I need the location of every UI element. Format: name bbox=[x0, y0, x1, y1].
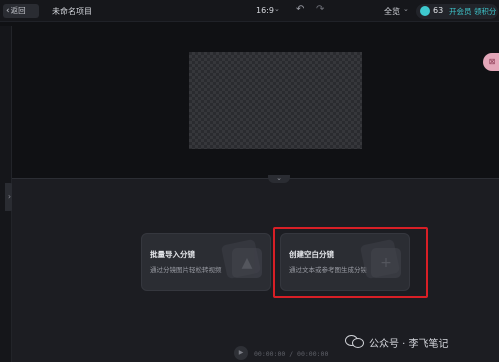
credit-coin-icon bbox=[420, 6, 430, 16]
wechat-logo-icon bbox=[345, 333, 365, 349]
batch-import-card[interactable]: 批量导入分镜 通过分镜图片轻松转视频 ▲ bbox=[141, 233, 271, 291]
credit-count: 63 bbox=[433, 6, 444, 15]
highlight-frame bbox=[273, 227, 428, 298]
watermark-text: 公众号 · 李飞笔记 bbox=[369, 339, 449, 350]
timecode: 00:00:00 / 00:00:00 bbox=[254, 350, 329, 358]
project-name[interactable]: 未命名项目 bbox=[52, 6, 92, 17]
image-card-icon: ▲ bbox=[232, 248, 262, 278]
chevron-down-icon[interactable]: ⌄ bbox=[268, 175, 290, 183]
redo-icon[interactable]: ↷ bbox=[316, 4, 324, 15]
preview-canvas[interactable] bbox=[189, 52, 362, 149]
vip-link[interactable]: 开会员 领积分 bbox=[449, 6, 496, 17]
top-bar: ‹返回 未命名项目 16:9 ⌄ ↶ ↷ 全览 ⌄ 63 开会员 领积分 bbox=[0, 0, 499, 22]
caret-down-icon[interactable]: ⌄ bbox=[403, 5, 409, 13]
overview-select[interactable]: 全览 bbox=[384, 6, 400, 17]
play-icon[interactable]: ▶ bbox=[234, 346, 248, 360]
side-tab[interactable]: ⊠ bbox=[483, 53, 499, 71]
undo-icon[interactable]: ↶ bbox=[296, 4, 304, 15]
chevron-left-icon: ‹ bbox=[6, 6, 10, 16]
card-title: 批量导入分镜 bbox=[150, 250, 195, 259]
aspect-ratio-select[interactable]: 16:9 bbox=[256, 6, 274, 15]
card-desc: 通过分镜图片轻松转视频 bbox=[150, 266, 222, 274]
back-label: 返回 bbox=[10, 6, 26, 15]
back-button[interactable]: ‹返回 bbox=[3, 4, 39, 18]
caret-down-icon[interactable]: ⌄ bbox=[274, 5, 280, 13]
